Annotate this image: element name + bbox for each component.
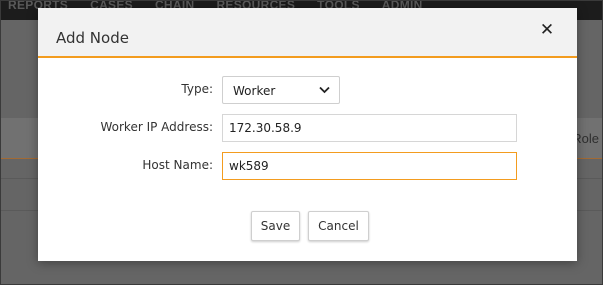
type-label: Type:	[181, 82, 213, 96]
host-name-label: Host Name:	[142, 158, 213, 172]
worker-ip-label: Worker IP Address:	[100, 120, 213, 134]
worker-ip-row: Worker IP Address:	[38, 114, 577, 142]
dialog-header: Add Node ✕	[38, 8, 577, 58]
type-select-value: Worker	[233, 84, 276, 98]
save-button[interactable]: Save	[251, 211, 300, 241]
cancel-button[interactable]: Cancel	[308, 211, 369, 241]
close-icon[interactable]: ✕	[539, 21, 555, 39]
host-name-input[interactable]	[222, 152, 517, 180]
chevron-down-icon	[319, 86, 330, 94]
type-row: Type: Worker	[38, 76, 577, 104]
host-name-row: Host Name:	[38, 152, 577, 180]
dialog-title: Add Node	[56, 29, 129, 47]
add-node-dialog: Add Node ✕ Type: Worker Worker IP Addres…	[38, 8, 577, 261]
worker-ip-input[interactable]	[222, 114, 517, 142]
type-select[interactable]: Worker	[222, 76, 340, 104]
